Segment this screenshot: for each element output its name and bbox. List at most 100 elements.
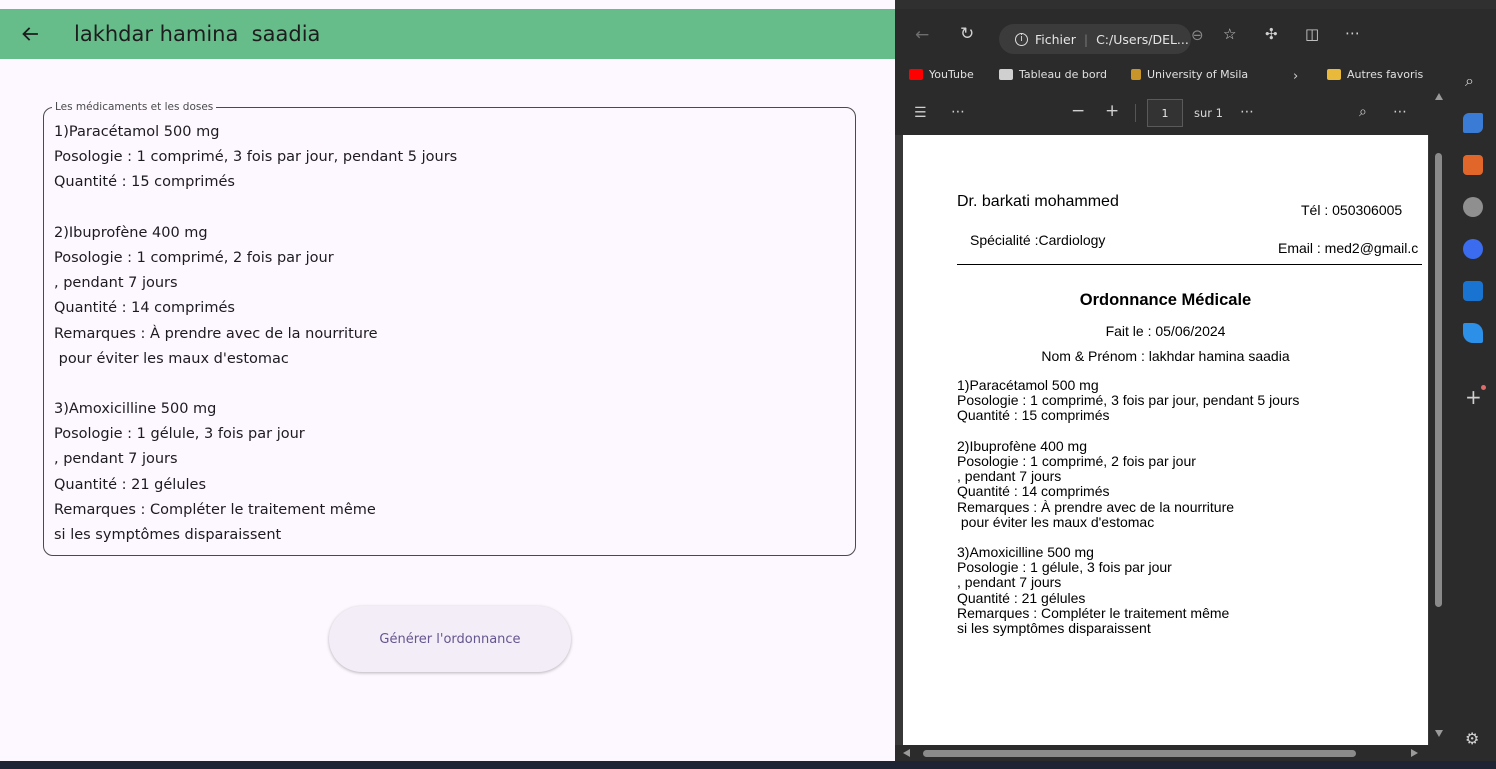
sidebar-search-icon[interactable]: ⌕: [1465, 71, 1474, 91]
page-total: sur 1: [1194, 106, 1223, 120]
split-screen-icon[interactable]: ◫: [1305, 24, 1319, 44]
more-menu-icon[interactable]: ⋯: [1345, 23, 1360, 43]
medications-text[interactable]: 1)Paracétamol 500 mg Posologie : 1 compri…: [54, 120, 457, 548]
horizontal-scrollbar[interactable]: [895, 745, 1450, 761]
prescription-date: Fait le : 05/06/2024: [1105, 323, 1226, 339]
outlook-icon[interactable]: [1463, 281, 1483, 301]
tab-strip: [895, 0, 1496, 9]
text-line: , pendant 7 jours: [54, 451, 178, 468]
vertical-scrollbar[interactable]: [1429, 91, 1450, 745]
app-bar: lakhdar hamina saadia: [0, 9, 895, 59]
zoom-out-icon[interactable]: ⊖: [1191, 25, 1204, 45]
youtube-icon: [909, 69, 923, 80]
scroll-left-arrow-icon[interactable]: [903, 749, 910, 757]
favorite-star-icon[interactable]: ☆: [1223, 24, 1236, 44]
info-icon: i: [1015, 32, 1028, 46]
zoom-out-button[interactable]: −: [1071, 101, 1085, 121]
extensions-icon[interactable]: ✣: [1265, 24, 1278, 44]
back-arrow-icon[interactable]: ←: [915, 25, 929, 45]
generate-prescription-button[interactable]: Générer l'ordonnance: [329, 606, 571, 672]
university-icon: [1131, 69, 1141, 80]
edge-sidebar: ⌕ + ⚙: [1450, 9, 1496, 761]
text-line: Quantité : 21 gélules: [957, 589, 1086, 606]
horizontal-scroll-thumb[interactable]: [923, 750, 1356, 757]
bookmark-youtube[interactable]: YouTube: [909, 68, 974, 81]
text-line: 3)Amoxicilline 500 mg: [54, 401, 217, 418]
prescription-app: lakhdar hamina saadia Les médicaments et…: [0, 0, 895, 769]
other-favorites[interactable]: Autres favoris: [1327, 68, 1423, 81]
search-icon[interactable]: ⌕: [1359, 102, 1367, 122]
page-number-input[interactable]: 1: [1147, 99, 1183, 127]
doctor-phone: Tél : 050306005: [1301, 202, 1403, 218]
text-line: Remarques : À prendre avec de la nourrit…: [54, 325, 378, 342]
text-line: 1)Paracétamol 500 mg: [54, 124, 220, 140]
back-button[interactable]: [0, 9, 60, 59]
settings-gear-icon[interactable]: ⚙: [1465, 729, 1479, 749]
doctor-specialty: Spécialité :Cardiology: [970, 232, 1106, 248]
text-line: Quantité : 15 comprimés: [957, 407, 1110, 424]
notification-dot: [1481, 385, 1486, 390]
games-icon[interactable]: [1463, 197, 1483, 217]
dashboard-icon: [999, 69, 1013, 80]
chevron-right-icon[interactable]: ›: [1293, 67, 1298, 87]
pdf-page: Dr. barkati mohammed Tél : 050306005 Spé…: [903, 135, 1428, 745]
text-line: 2)Ibuprofène 400 mg: [957, 437, 1087, 454]
prescription-body: 1)Paracétamol 500 mg Posologie : 1 compri…: [957, 377, 1300, 636]
header-rule: [957, 264, 1422, 265]
bookmark-label: Tableau de bord: [1019, 68, 1107, 81]
scroll-down-arrow-icon[interactable]: [1435, 730, 1443, 737]
address-bar[interactable]: i Fichier | C:/Users/DEL...: [999, 24, 1191, 54]
bookmark-label: University of Msila: [1147, 68, 1249, 81]
text-line: 3)Amoxicilline 500 mg: [957, 544, 1094, 561]
text-line: Remarques : À prendre avec de la nourrit…: [957, 498, 1235, 515]
copilot-sidebar-icon[interactable]: [1463, 239, 1483, 259]
address-separator: |: [1083, 31, 1089, 47]
text-line: pour éviter les maux d'estomac: [54, 350, 289, 367]
overflow-icon[interactable]: ⋯: [1393, 102, 1407, 122]
prescription-heading: Ordonnance Médicale: [1079, 291, 1252, 309]
text-line: , pendant 7 jours: [957, 468, 1062, 485]
pdf-toolbar: ☰ ⋯ − + 1 sur 1 ⋯ ⌕ ⋯: [895, 91, 1450, 135]
arrow-left-icon: [22, 27, 38, 41]
more-icon[interactable]: ⋯: [951, 102, 965, 122]
text-line: , pendant 7 jours: [957, 574, 1062, 591]
text-line: 2)Ibuprofène 400 mg: [54, 224, 208, 241]
scroll-right-arrow-icon[interactable]: [1411, 749, 1418, 757]
text-line: Quantité : 21 gélules: [54, 476, 207, 493]
vertical-scroll-thumb[interactable]: [1435, 153, 1442, 607]
screen: lakhdar hamina saadia Les médicaments et…: [0, 0, 1496, 769]
doctor-email: Email : med2@gmail.c: [1278, 240, 1419, 256]
text-line: Posologie : 1 gélule, 3 fois par jour: [957, 559, 1172, 576]
text-line: 1)Paracétamol 500 mg: [957, 377, 1099, 393]
send-icon[interactable]: [1463, 323, 1483, 343]
bookmark-label: YouTube: [929, 68, 974, 81]
doctor-name: Dr. barkati mohammed: [957, 193, 1119, 210]
contents-icon[interactable]: ☰: [914, 103, 927, 123]
text-line: [54, 196, 457, 221]
medications-field-label: Les médicaments et les doses: [52, 100, 217, 114]
briefcase-icon[interactable]: [1463, 155, 1483, 175]
tag-icon[interactable]: [1463, 113, 1483, 133]
zoom-in-button[interactable]: +: [1105, 101, 1119, 121]
scroll-up-arrow-icon[interactable]: [1435, 93, 1443, 100]
text-line: Posologie : 1 comprimé, 2 fois par jour: [54, 249, 334, 266]
text-line: [54, 372, 457, 397]
text-line: Posologie : 1 comprimé, 3 fois par jour,…: [957, 392, 1300, 409]
address-text: C:/Users/DEL...: [1096, 31, 1189, 47]
navigation-bar: ← ↻ i Fichier | C:/Users/DEL... ⊖ ☆ ✣ ◫ …: [895, 9, 1496, 61]
text-line: Posologie : 1 gélule, 3 fois par jour: [54, 426, 305, 443]
text-line: si les symptômes disparaissent: [957, 620, 1151, 636]
text-line: Remarques : Compléter le traitement même: [957, 604, 1230, 621]
bookmarks-bar: YouTube Tableau de bord University of Ms…: [895, 61, 1450, 91]
text-line: Quantité : 14 comprimés: [54, 300, 235, 317]
address-prefix: Fichier: [1035, 31, 1076, 47]
other-favorites-label: Autres favoris: [1347, 68, 1424, 81]
text-line: , pendant 7 jours: [54, 275, 178, 292]
text-line: pour éviter les maux d'estomac: [957, 513, 1155, 530]
bookmark-dashboard[interactable]: Tableau de bord: [999, 68, 1107, 81]
text-line: Quantité : 15 comprimés: [54, 174, 235, 191]
page-more-icon[interactable]: ⋯: [1240, 102, 1254, 122]
refresh-icon[interactable]: ↻: [960, 24, 974, 44]
bookmark-university[interactable]: University of Msila: [1131, 68, 1248, 81]
add-icon[interactable]: +: [1465, 387, 1482, 407]
